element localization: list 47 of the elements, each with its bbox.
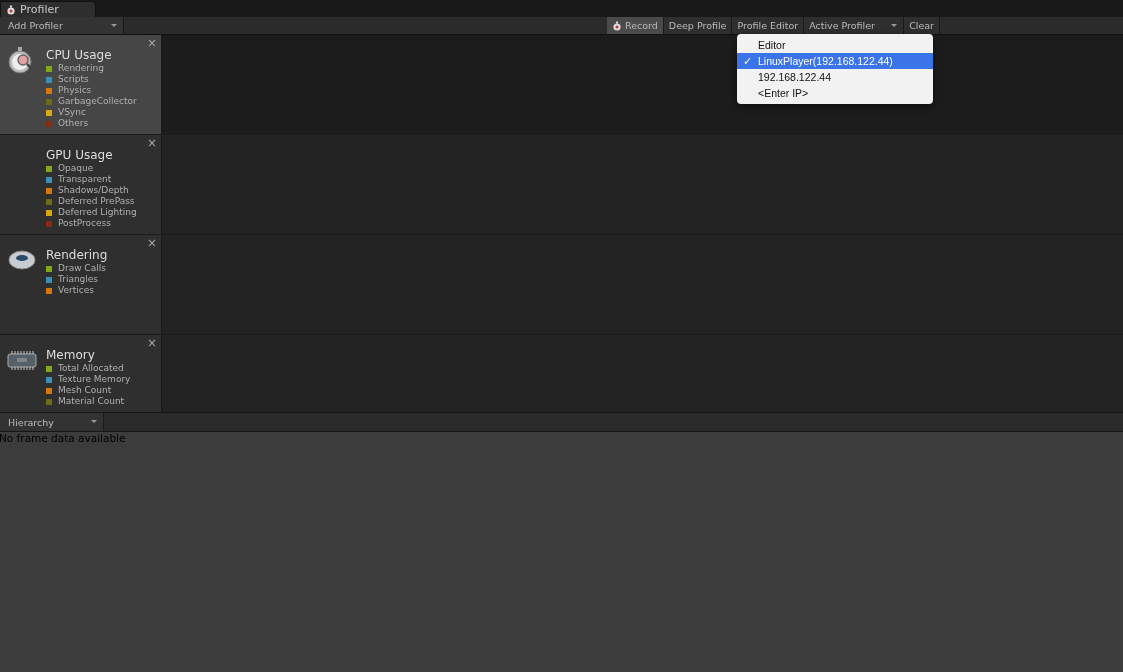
legend-label: Physics <box>58 85 92 96</box>
menu-item[interactable]: 192.168.122.44 <box>737 69 933 85</box>
toolbar-button[interactable]: Clear <box>904 17 940 34</box>
close-button[interactable]: × <box>146 237 157 249</box>
legend-label: Deferred Lighting <box>58 207 137 218</box>
menu-item[interactable]: Editor <box>737 37 933 53</box>
profiler-panel[interactable]: GPU Usage Opaque Transparent Shadows/Depth Deferred PrePass Deferred Lighting PostProcess × <box>0 135 162 234</box>
close-button[interactable]: × <box>146 137 157 149</box>
legend-label: Material Count <box>58 396 125 407</box>
view-dropdown[interactable]: Hierarchy <box>0 413 104 431</box>
profiler-panel[interactable]: CPU Usage Rendering Scripts Physics GarbageCollector VSync Others × <box>0 35 162 134</box>
close-button[interactable]: × <box>146 37 157 49</box>
add-profiler-dropdown[interactable]: Add Profiler <box>0 17 124 34</box>
legend-label: Vertices <box>58 285 94 296</box>
legend-label: Opaque <box>58 163 94 174</box>
legend-label: Mesh Count <box>58 385 112 396</box>
legend-label: Draw Calls <box>58 263 106 274</box>
close-button[interactable]: × <box>146 337 157 349</box>
menu-item[interactable]: ✓ LinuxPlayer(192.168.122.44) <box>737 53 933 69</box>
legend-label: Scripts <box>58 74 89 85</box>
legend-label: Triangles <box>58 274 99 285</box>
menu-item[interactable]: <Enter IP> <box>737 85 933 101</box>
legend-label: GarbageCollector <box>58 96 137 107</box>
legend-label: Rendering <box>58 63 104 74</box>
legend-label: Shadows/Depth <box>58 185 129 196</box>
legend-label: VSync <box>58 107 86 118</box>
window-title: Profiler <box>20 3 59 16</box>
legend-label: Total Allocated <box>58 363 124 374</box>
profiler-title: Memory <box>46 348 96 363</box>
legend-label: Deferred PrePass <box>58 196 135 207</box>
profiler-title: GPU Usage <box>46 148 114 163</box>
legend-label: Transparent <box>58 174 112 185</box>
toolbar-button[interactable]: Record <box>607 17 664 34</box>
legend-label: PostProcess <box>58 218 111 229</box>
window-tab[interactable]: Profiler <box>0 1 96 17</box>
toolbar-button[interactable]: Deep Profile <box>663 17 733 34</box>
legend-label: Others <box>58 118 89 129</box>
profiler-panel[interactable]: Rendering Draw Calls Triangles Vertices × <box>0 235 162 334</box>
profiler-panel[interactable]: Memory Total Allocated Texture Memory Mesh Count Material Count × <box>0 335 162 412</box>
profiler-title: Rendering <box>46 248 108 263</box>
status-message: No frame data available <box>0 432 127 445</box>
stopwatch-icon <box>612 20 622 31</box>
toolbar-button[interactable]: Profile Editor <box>732 17 805 34</box>
stopwatch-icon <box>6 4 16 15</box>
legend-label: Texture Memory <box>58 374 131 385</box>
toolbar-button[interactable]: Active Profiler <box>804 17 905 34</box>
profiler-title: CPU Usage <box>46 48 113 63</box>
